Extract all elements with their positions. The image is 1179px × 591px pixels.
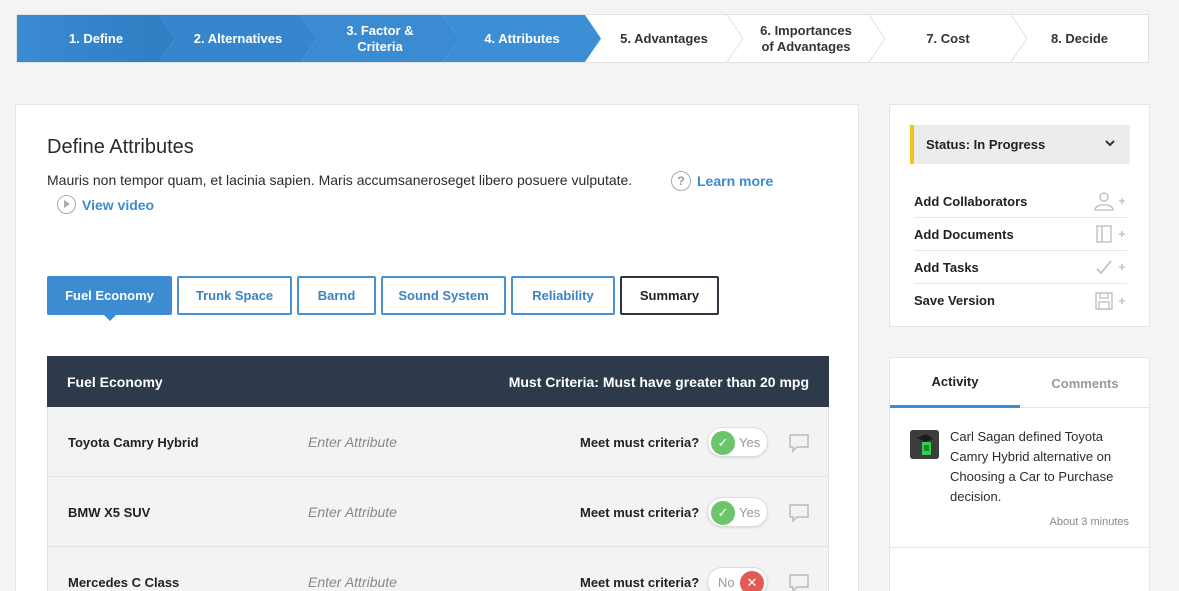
step-label: 8. Decide [1050, 30, 1109, 46]
action-label: Add Collaborators [914, 193, 1028, 209]
action-label: Add Documents [914, 226, 1014, 242]
attributes-table: Fuel Economy Must Criteria: Must have gr… [47, 356, 829, 591]
add-collaborators-button[interactable]: Add Collaborators [914, 185, 1127, 218]
must-criteria: Must Criteria: Must have greater than 20… [508, 373, 809, 390]
table-row: Toyota Camry Hybrid Enter Attribute Meet… [47, 407, 829, 477]
action-list: Add Collaborators Add Documents Add Task… [914, 185, 1127, 317]
page-description: Mauris non tempor quam, et lacinia sapie… [47, 172, 633, 188]
step-advantages[interactable]: 5. Advantages [585, 15, 743, 62]
chevron-down-icon [1105, 140, 1115, 147]
check-icon: ✓ [711, 431, 735, 455]
learn-more-link[interactable]: ? Learn more [671, 171, 773, 191]
criteria-toggle[interactable]: No ✕ [707, 567, 768, 591]
attribute-input[interactable]: Enter Attribute [308, 504, 397, 520]
close-icon: ✕ [740, 571, 764, 591]
add-user-icon [1094, 192, 1125, 211]
step-label: 2. Alternatives [193, 30, 283, 46]
tab-comments[interactable]: Comments [1020, 358, 1150, 408]
table-row: BMW X5 SUV Enter Attribute Meet must cri… [47, 477, 829, 547]
tab-label: Comments [1051, 375, 1119, 391]
add-task-icon [1096, 260, 1125, 275]
step-label: 6. Importances of Advantages [760, 22, 852, 54]
alternative-name: Toyota Camry Hybrid [68, 435, 199, 450]
progress-stepper: 1. Define 2. Alternatives 3. Factor & Cri… [16, 14, 1149, 63]
activity-tabs: Activity Comments [890, 358, 1149, 408]
tab-label: Reliability [532, 288, 594, 303]
tab-activity[interactable]: Activity [890, 358, 1020, 408]
toggle-label: No [718, 575, 735, 590]
criteria-question: Meet must criteria? [580, 575, 700, 590]
action-label: Save Version [914, 293, 995, 308]
attribute-input[interactable]: Enter Attribute [308, 434, 397, 450]
table-row: Mercedes C Class Enter Attribute Meet mu… [47, 547, 829, 591]
step-label: 1. Define [68, 30, 124, 46]
question-icon: ? [671, 171, 691, 191]
tab-label: Sound System [398, 288, 489, 303]
save-version-button[interactable]: Save Version [914, 284, 1127, 317]
step-factor-criteria[interactable]: 3. Factor & Criteria [301, 15, 459, 62]
toggle-label: Yes [739, 505, 761, 520]
tab-label: Barnd [317, 288, 356, 303]
status-panel: Status: In Progress Add Collaborators Ad… [889, 104, 1150, 327]
divider [890, 547, 1149, 548]
view-video-label: View video [82, 196, 155, 213]
avatar [910, 430, 939, 459]
play-icon [57, 195, 76, 214]
step-cost[interactable]: 7. Cost [869, 15, 1027, 62]
criteria-toggle[interactable]: ✓ Yes [707, 427, 768, 457]
tab-fuel-economy[interactable]: Fuel Economy [47, 276, 172, 321]
step-label: 3. Factor & Criteria [346, 22, 414, 54]
status-dropdown[interactable]: Status: In Progress [910, 125, 1130, 164]
tab-label: Summary [639, 288, 700, 303]
comment-icon[interactable] [788, 573, 810, 591]
activity-panel: Activity Comments Carl Sagan defined Toy… [889, 357, 1150, 591]
tab-summary[interactable]: Summary [620, 276, 719, 315]
action-label: Add Tasks [914, 259, 979, 275]
alternative-name: Mercedes C Class [68, 575, 180, 590]
activity-timestamp: About 3 minutes [1049, 516, 1130, 528]
tab-label: Fuel Economy [65, 288, 154, 303]
add-document-icon [1096, 225, 1125, 243]
status-label: Status: In Progress [926, 137, 1046, 152]
tab-label: Trunk Space [195, 288, 274, 303]
alternative-name: BMW X5 SUV [68, 505, 151, 520]
step-label: 5. Advantages [620, 30, 708, 46]
step-define[interactable]: 1. Define [17, 15, 175, 62]
comment-icon[interactable] [788, 503, 810, 523]
step-attributes[interactable]: 4. Attributes [443, 15, 601, 62]
tab-trunk-space[interactable]: Trunk Space [177, 276, 292, 315]
step-alternatives[interactable]: 2. Alternatives [159, 15, 317, 62]
tab-label: Activity [931, 374, 979, 389]
comment-icon[interactable] [788, 433, 810, 453]
attributes-panel: Define Attributes Mauris non tempor quam… [15, 104, 859, 591]
step-label: 4. Attributes [484, 30, 560, 46]
step-importances[interactable]: 6. Importances of Advantages [727, 15, 885, 62]
add-documents-button[interactable]: Add Documents [914, 218, 1127, 251]
tab-barnd[interactable]: Barnd [297, 276, 376, 315]
learn-more-label: Learn more [697, 173, 774, 189]
toggle-label: Yes [739, 435, 761, 450]
save-icon [1095, 291, 1125, 310]
tab-reliability[interactable]: Reliability [511, 276, 615, 315]
criteria-question: Meet must criteria? [580, 435, 700, 450]
step-label: 7. Cost [926, 30, 970, 46]
criteria-question: Meet must criteria? [580, 505, 700, 520]
add-tasks-button[interactable]: Add Tasks [914, 251, 1127, 284]
view-video-link[interactable]: View video [57, 195, 154, 214]
step-decide[interactable]: 8. Decide [1011, 15, 1148, 62]
attribute-input[interactable]: Enter Attribute [308, 574, 397, 590]
table-header: Fuel Economy Must Criteria: Must have gr… [47, 356, 829, 407]
criteria-toggle[interactable]: ✓ Yes [707, 497, 768, 527]
check-icon: ✓ [711, 501, 735, 525]
tab-sound-system[interactable]: Sound System [381, 276, 506, 315]
factor-name: Fuel Economy [67, 373, 163, 390]
page-title: Define Attributes [47, 136, 194, 158]
activity-text: Carl Sagan defined Toyota Camry Hybrid a… [950, 429, 1114, 504]
